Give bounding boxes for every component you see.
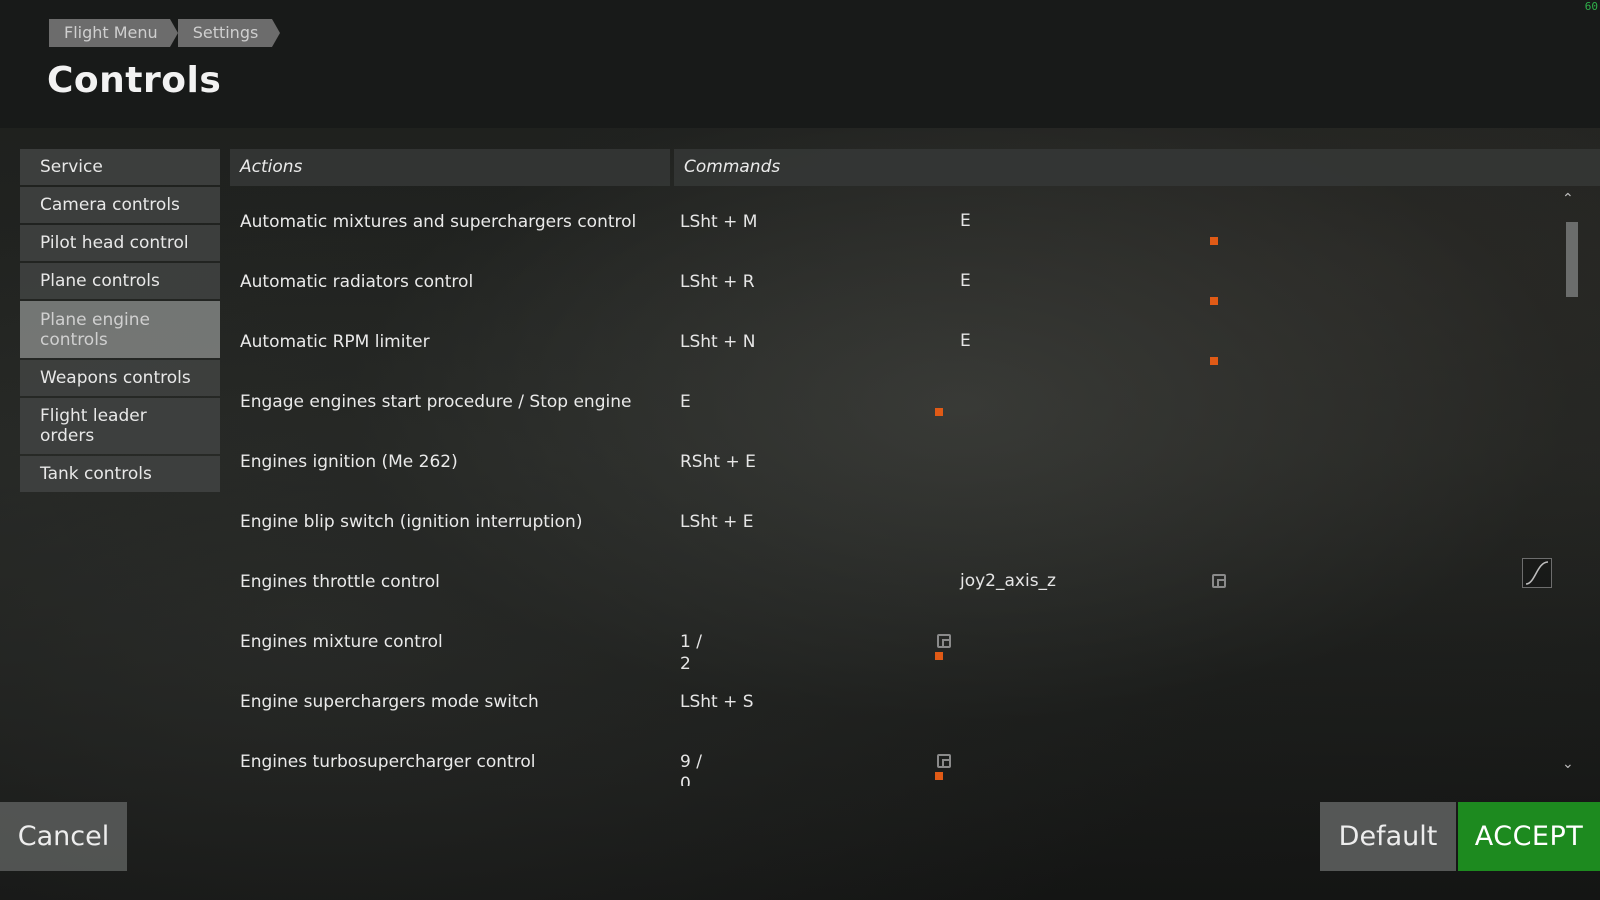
primary-command[interactable]: LSht + S [680,691,754,713]
primary-command[interactable]: E [680,391,691,413]
cancel-button[interactable]: Cancel [0,802,127,871]
scrollbar[interactable] [1566,218,1578,758]
binding-row[interactable]: Engine superchargers mode switch LSht + … [230,670,1560,730]
binding-row[interactable]: Automatic RPM limiter LSht + N E [230,310,1560,370]
secondary-command[interactable]: E [960,271,971,291]
action-label: Automatic RPM limiter [240,332,430,352]
action-label: Engage engines start procedure / Stop en… [240,392,632,412]
sidebar-item-tank-controls[interactable]: Tank controls [20,456,220,492]
actions-column-header: Actions [230,149,670,186]
sidebar-item-service[interactable]: Service [20,149,220,185]
action-label: Engines mixture control [240,632,443,652]
accept-button[interactable]: ACCEPT [1458,802,1600,871]
action-label: Engines turbosupercharger control [240,752,536,772]
sidebar-item-pilot-head-control[interactable]: Pilot head control [20,225,220,261]
scroll-down-chevron-icon[interactable]: ⌄ [1562,756,1574,772]
primary-command[interactable]: 9 / 0 [680,751,702,786]
action-label: Automatic mixtures and superchargers con… [240,212,637,232]
binding-row[interactable]: Automatic radiators control LSht + R E [230,250,1560,310]
binding-indicator-icon [1210,297,1218,305]
sidebar-item-plane-engine-controls[interactable]: Plane engine controls [20,301,220,358]
fps-counter: 60 [1584,0,1598,13]
invert-axis-icon[interactable] [937,754,951,768]
binding-indicator-icon [935,652,943,660]
scrollbar-thumb[interactable] [1566,222,1578,297]
scroll-up-chevron-icon[interactable]: ⌃ [1562,191,1574,207]
commands-column-header: Commands [674,149,1600,186]
category-sidebar: Service Camera controls Pilot head contr… [20,149,220,494]
command-line-1: 9 / [680,752,702,772]
binding-indicator-icon [935,408,943,416]
curve-icon [1525,561,1549,585]
breadcrumb: Flight Menu Settings [49,19,281,47]
command-line-1: 1 / [680,632,702,652]
default-button[interactable]: Default [1320,802,1456,871]
binding-indicator-icon [1210,237,1218,245]
sidebar-item-plane-controls[interactable]: Plane controls [20,263,220,299]
command-line-2: 0 [680,774,691,786]
binding-row[interactable]: Engines ignition (Me 262) RSht + E [230,430,1560,490]
action-label: Engines throttle control [240,572,440,592]
binding-row[interactable]: Engines throttle control joy2_axis_z [230,550,1560,610]
action-label: Engine blip switch (ignition interruptio… [240,512,583,532]
breadcrumb-separator [272,19,281,47]
secondary-command[interactable]: joy2_axis_z [960,571,1056,591]
action-label: Engines ignition (Me 262) [240,452,458,472]
sidebar-item-camera-controls[interactable]: Camera controls [20,187,220,223]
axis-curve-button[interactable] [1522,558,1552,588]
primary-command[interactable]: RSht + E [680,451,756,473]
page-title: Controls [47,60,222,101]
primary-command[interactable]: 1 / 2 [680,631,702,675]
binding-row[interactable]: Engines mixture control 1 / 2 [230,610,1560,674]
binding-row[interactable]: Automatic mixtures and superchargers con… [230,190,1560,250]
binding-row[interactable]: Engage engines start procedure / Stop en… [230,370,1560,430]
binding-row[interactable]: Engine blip switch (ignition interruptio… [230,490,1560,550]
primary-command[interactable]: LSht + N [680,331,755,353]
primary-command[interactable]: LSht + E [680,511,754,533]
bindings-list: Automatic mixtures and superchargers con… [230,190,1560,786]
action-label: Automatic radiators control [240,272,474,292]
binding-indicator-icon [935,772,943,780]
binding-indicator-icon [1210,357,1218,365]
invert-axis-icon[interactable] [1212,574,1226,588]
secondary-command[interactable]: E [960,211,971,231]
breadcrumb-separator [169,19,178,47]
primary-command[interactable]: LSht + M [680,211,757,233]
sidebar-item-weapons-controls[interactable]: Weapons controls [20,360,220,396]
sidebar-item-flight-leader-orders[interactable]: Flight leader orders [20,398,220,454]
action-label: Engine superchargers mode switch [240,692,539,712]
breadcrumb-flight-menu[interactable]: Flight Menu [49,19,170,47]
primary-command[interactable]: LSht + R [680,271,755,293]
invert-axis-icon[interactable] [937,634,951,648]
header-bar: 60 Flight Menu Settings Controls [0,0,1600,128]
secondary-command[interactable]: E [960,331,971,351]
binding-row[interactable]: Engines turbosupercharger control 9 / 0 [230,730,1560,786]
breadcrumb-settings[interactable]: Settings [177,19,273,47]
